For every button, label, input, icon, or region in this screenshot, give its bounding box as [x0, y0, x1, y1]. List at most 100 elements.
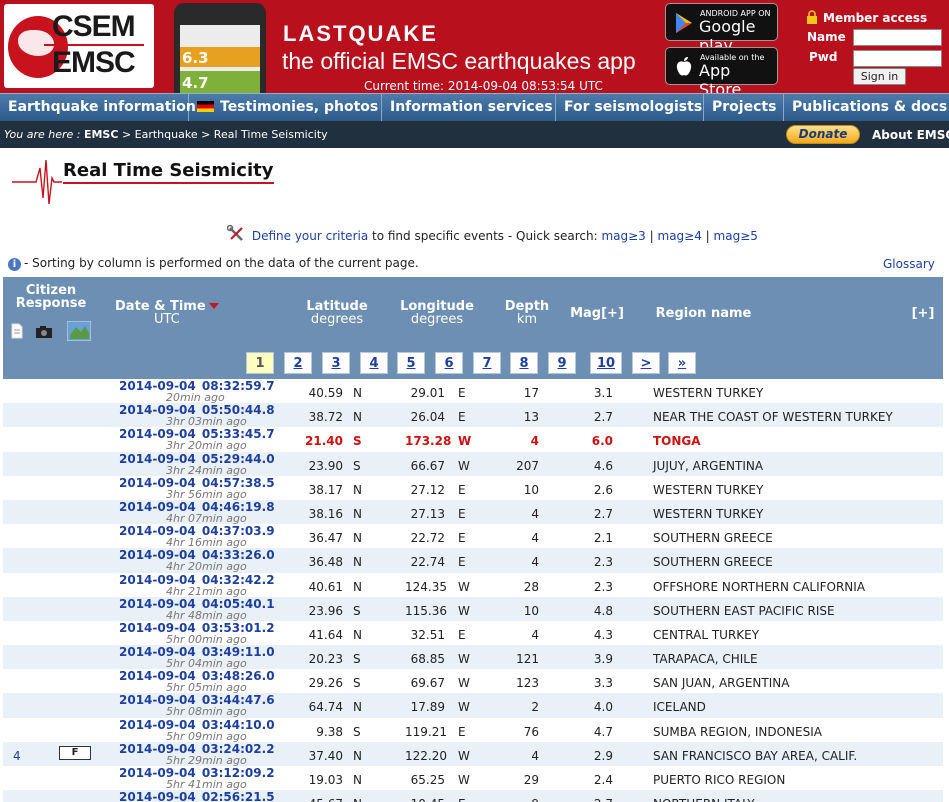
page-link-5[interactable]: 5: [397, 352, 425, 374]
event-region[interactable]: OFFSHORE NORTHERN CALIFORNIA: [653, 580, 865, 594]
nav-label: Publications & docs: [792, 99, 948, 115]
th-magnitude[interactable]: Mag[+]: [567, 307, 627, 320]
about-emsc-link[interactable]: About EMSC: [872, 128, 949, 142]
event-region[interactable]: SOUTHERN GREECE: [653, 555, 773, 569]
citizen-count-link[interactable]: 4: [13, 749, 21, 763]
google-play-button[interactable]: ANDROID APP ON Google play: [665, 3, 778, 55]
breadcrumb-emsc[interactable]: EMSC: [84, 128, 118, 141]
th-region-name[interactable]: Region name: [651, 307, 756, 320]
felt-badge[interactable]: F: [59, 745, 91, 760]
nav-label: Information services: [390, 99, 553, 115]
nav-testimonies-photos[interactable]: Testimonies, photos: [189, 94, 382, 122]
event-region[interactable]: SOUTHERN EAST PACIFIC RISE: [653, 604, 835, 618]
th-latitude[interactable]: Latitude degrees: [303, 300, 371, 326]
nav-for-seismologists[interactable]: For seismologists: [556, 94, 704, 122]
event-region[interactable]: WESTERN TURKEY: [653, 483, 763, 497]
page-link-11[interactable]: >: [632, 352, 660, 374]
event-region[interactable]: SAN FRANCISCO BAY AREA, CALIF.: [653, 749, 857, 763]
th-longitude[interactable]: Longitude degrees: [400, 300, 474, 326]
event-region[interactable]: SUMBA REGION, INDONESIA: [653, 725, 822, 739]
event-region[interactable]: TONGA: [653, 434, 701, 448]
page-link-9[interactable]: 9: [548, 352, 576, 374]
page-link-2[interactable]: 2: [284, 352, 312, 374]
table-row[interactable]: 2014-09-04 03:48:26.0 5hr 05min ago 29.26 S…: [3, 669, 943, 694]
table-row[interactable]: 2014-09-04 04:33:26.0 4hr 20min ago 36.48 N…: [3, 548, 943, 573]
sign-in-button[interactable]: Sign in: [853, 68, 906, 85]
event-magnitude: 3.1: [593, 386, 613, 400]
nav-publications-docs[interactable]: Publications & docs: [784, 94, 949, 122]
table-row[interactable]: 2014-09-04 04:32:42.2 4hr 21min ago 40.61 N…: [3, 573, 943, 598]
map-icon[interactable]: [67, 321, 91, 341]
event-latitude: 21.40: [305, 434, 343, 449]
event-longitude: 122.20: [405, 748, 447, 763]
event-region[interactable]: JUJUY, ARGENTINA: [653, 459, 763, 473]
phone-app-image[interactable]: 6.3 4.7: [174, 3, 266, 93]
table-row[interactable]: 2014-09-04 03:44:10.0 5hr 09min ago 9.38 S 1…: [3, 718, 943, 743]
nav-information-services[interactable]: Information services: [382, 94, 556, 122]
event-region[interactable]: NORTHERN ITALY: [653, 797, 755, 802]
event-latitude: 9.38: [316, 724, 343, 739]
table-row[interactable]: 2014-09-04 03:44:47.6 5hr 08min ago 64.74 N…: [3, 693, 943, 718]
event-region[interactable]: SAN JUAN, ARGENTINA: [653, 676, 789, 690]
camera-icon[interactable]: [35, 325, 53, 338]
event-ns: S: [353, 458, 361, 473]
define-criteria-link[interactable]: Define your criteria: [252, 229, 368, 243]
event-region[interactable]: WESTERN TURKEY: [653, 507, 763, 521]
app-title[interactable]: LASTQUAKE: [283, 21, 438, 47]
current-time: Current time: 2014-09-04 08:53:54 UTC: [364, 79, 603, 93]
page-link-6[interactable]: 6: [435, 352, 463, 374]
event-ago: 3hr 24min ago: [166, 463, 247, 477]
csem-emsc-logo[interactable]: CSEM EMSC: [4, 4, 154, 88]
event-region[interactable]: TARAPACA, CHILE: [653, 652, 758, 666]
table-row[interactable]: 2014-09-04 05:50:44.8 3hr 03min ago 38.72 N…: [3, 403, 943, 428]
table-row[interactable]: 2014-09-04 03:24:02.2 5hr 29min ago 37.40 N…: [3, 741, 943, 767]
table-row[interactable]: 2014-09-04 03:49:11.0 5hr 04min ago 20.23 S…: [3, 645, 943, 670]
event-region[interactable]: SOUTHERN GREECE: [653, 531, 773, 545]
table-row[interactable]: 2014-09-04 04:57:38.5 3hr 56min ago 38.17 N…: [3, 476, 943, 501]
donate-button[interactable]: Donate: [786, 125, 860, 144]
pwd-label: Pwd: [809, 50, 838, 64]
event-region[interactable]: ICELAND: [653, 700, 706, 714]
page-link-7[interactable]: 7: [473, 352, 501, 374]
nav-projects[interactable]: Projects: [704, 94, 784, 122]
password-input[interactable]: [853, 50, 942, 67]
page-link-1[interactable]: 1: [246, 352, 274, 374]
table-row[interactable]: 2014-09-04 03:12:09.2 5hr 41min ago 19.03 N…: [3, 766, 943, 791]
breadcrumb-rest[interactable]: > Earthquake > Real Time Seismicity: [122, 128, 328, 141]
page-link-8[interactable]: 8: [510, 352, 538, 374]
table-row[interactable]: 2014-09-04 08:32:59.7 20min ago 40.59 N 29.0…: [3, 379, 943, 404]
event-region[interactable]: CENTRAL TURKEY: [653, 628, 759, 642]
event-region[interactable]: WESTERN TURKEY: [653, 386, 763, 400]
glossary-link[interactable]: Glossary: [883, 257, 935, 271]
page-link-12[interactable]: »: [668, 352, 696, 374]
app-subtitle[interactable]: the official EMSC earthquakes app: [282, 48, 636, 75]
app-store-button[interactable]: Available on the App Store: [665, 47, 778, 99]
mag5-link[interactable]: mag≥5: [714, 229, 758, 243]
table-row[interactable]: 2014-09-04 05:29:44.0 3hr 24min ago 23.90 S…: [3, 451, 943, 477]
table-row[interactable]: 2014-09-04 02:56:21.5 45.67 N 10.45 E 9 2.7 NOR…: [3, 790, 943, 802]
document-icon[interactable]: [11, 323, 23, 339]
main-nav: Earthquake information Testimonies, phot…: [0, 93, 949, 122]
table-row[interactable]: 2014-09-04 04:05:40.1 4hr 48min ago 23.96 S…: [3, 596, 943, 622]
table-row[interactable]: 2014-09-04 04:37:03.9 4hr 16min ago 36.47 N…: [3, 524, 943, 549]
page-link-3[interactable]: 3: [322, 352, 350, 374]
page-link-4[interactable]: 4: [360, 352, 388, 374]
nav-earthquake-information[interactable]: Earthquake information: [0, 94, 196, 122]
event-ew: E: [458, 410, 466, 425]
table-row[interactable]: 2014-09-04 04:46:19.8 4hr 07min ago 38.16 N…: [3, 499, 943, 525]
event-region[interactable]: NEAR THE COAST OF WESTERN TURKEY: [653, 410, 893, 424]
event-region[interactable]: PUERTO RICO REGION: [653, 773, 785, 787]
name-input[interactable]: [853, 29, 942, 46]
table-row[interactable]: 2014-09-04 03:53:01.2 5hr 00min ago 41.64 N…: [3, 621, 943, 646]
mag3-link[interactable]: mag≥3: [601, 229, 645, 243]
event-date[interactable]: 2014-09-04 02:56:21.5: [119, 790, 275, 802]
th-expand[interactable]: [+]: [909, 307, 937, 320]
th-date-time[interactable]: Date & Time UTC: [115, 300, 219, 326]
page-link-10[interactable]: 10: [590, 352, 622, 374]
th-depth[interactable]: Depth km: [503, 300, 551, 326]
table-row[interactable]: 2014-09-04 05:33:45.7 3hr 20min ago 21.40 S…: [3, 427, 943, 452]
phone-screen: 6.3 4.7: [180, 25, 260, 93]
separator: |: [701, 229, 714, 243]
mag4-link[interactable]: mag≥4: [658, 229, 702, 243]
page: CSEM EMSC 6.3 4.7 LASTQUAKE the official…: [0, 0, 949, 802]
